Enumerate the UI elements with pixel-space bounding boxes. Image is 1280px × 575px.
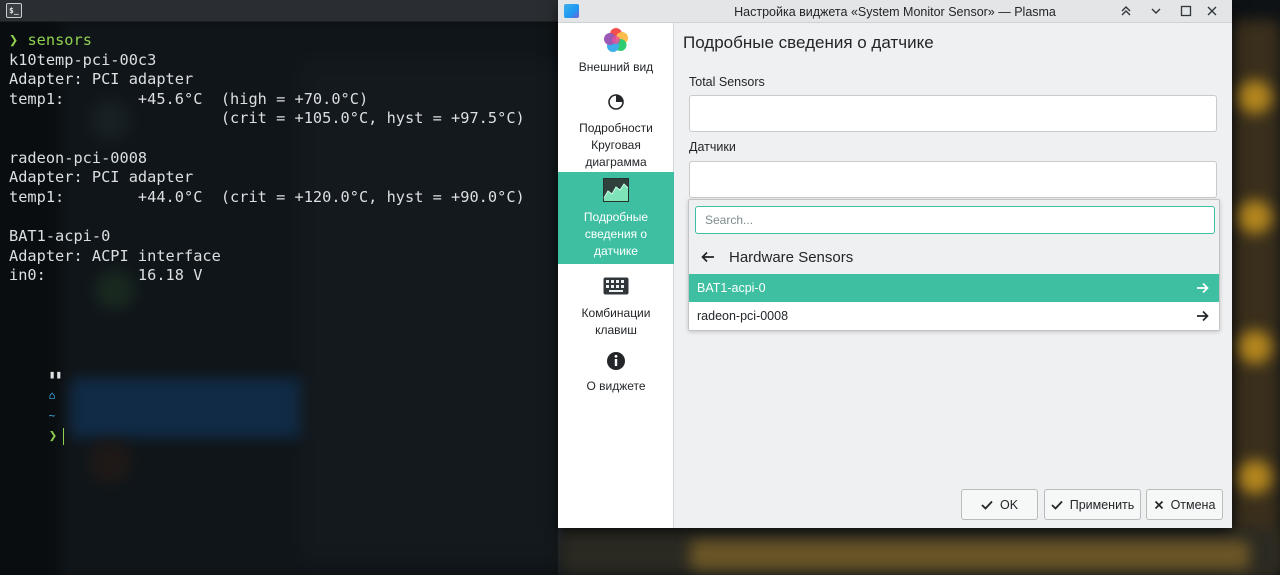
terminal-line: Adapter: ACPI interface	[9, 246, 221, 265]
list-item[interactable]: BAT1-acpi-0	[689, 274, 1219, 302]
terminal-line: Adapter: PCI adapter	[9, 70, 194, 89]
keep-above-button[interactable]	[1116, 2, 1136, 20]
sidebar-item-label: Подробности Круговая диаграмма	[579, 120, 653, 171]
apply-button[interactable]: Применить	[1044, 489, 1141, 520]
sensors-field[interactable]	[689, 161, 1217, 198]
sidebar-item-label: Внешний вид	[579, 59, 653, 76]
sidebar-item-shortcuts[interactable]: Комбинации клавиш	[558, 269, 674, 339]
sidebar-item-label-line: Круговая	[591, 138, 641, 152]
sidebar-item-label-line: диаграмма	[585, 155, 647, 169]
sidebar-item-label: Подробные сведения о датчике	[584, 209, 648, 260]
sidebar-item-label-line: Подробности	[579, 121, 653, 135]
sidebar-item-about[interactable]: О виджете	[558, 345, 674, 395]
search-input[interactable]	[695, 206, 1215, 234]
list-item-label: radeon-pci-0008	[697, 309, 789, 323]
terminal-output[interactable]: ❯ sensors k10temp-pci-00c3 Adapter: PCI a…	[0, 22, 558, 575]
palette-icon	[603, 27, 629, 53]
close-icon	[1207, 6, 1217, 16]
terminal-line: in0: 16.18 V	[9, 266, 203, 285]
sidebar-item-pie-details[interactable]: Подробности Круговая диаграмма	[558, 85, 674, 171]
prompt-dir: ~	[48, 409, 56, 423]
prompt-segment-icon: ▮▮	[48, 368, 62, 382]
maximize-button[interactable]	[1176, 2, 1196, 20]
sidebar-item-label: Комбинации клавиш	[582, 305, 651, 339]
sensor-graph-icon	[603, 177, 629, 203]
list-item-label: BAT1-acpi-0	[697, 281, 766, 295]
minimize-button[interactable]	[1146, 2, 1166, 20]
restore-icon[interactable]	[1226, 2, 1232, 20]
config-sidebar: Внешний вид Подробности Круговая диаграмма…	[558, 23, 674, 528]
chevron-down-icon	[1151, 8, 1161, 14]
prompt-chevron-icon: ❯	[9, 31, 19, 49]
terminal-lines: k10temp-pci-00c3 Adapter: PCI adapter temp…	[9, 51, 558, 286]
dialog-titlebar[interactable]: Настройка виджета «System Monitor Sensor…	[558, 0, 1232, 23]
terminal-prompt-line[interactable]: ▮▮ ⌂ ~ ❯	[9, 325, 558, 445]
terminal-line: temp1: +45.6°C (high = +70.0°C)	[9, 89, 369, 108]
terminal-line: Adapter: PCI adapter	[9, 168, 194, 187]
terminal-command: sensors	[27, 31, 92, 49]
sidebar-item-label-line: датчике	[594, 244, 638, 258]
prompt-chevron-icon: ❯	[48, 427, 58, 444]
breadcrumb-back[interactable]: Hardware Sensors	[689, 240, 1219, 274]
sidebar-item-label-line: Внешний вид	[578, 60, 654, 74]
checkmark-icon	[981, 500, 993, 510]
total-sensors-label: Total Sensors	[689, 75, 765, 89]
terminal-cursor	[63, 427, 65, 445]
page-title: Подробные сведения о датчике	[683, 33, 934, 52]
terminal-line: radeon-pci-0008	[9, 148, 148, 167]
cancel-button[interactable]: Отмена	[1146, 489, 1223, 520]
terminal-line: BAT1-acpi-0	[9, 226, 111, 245]
sidebar-item-label-line: сведения о	[584, 227, 648, 241]
widget-config-dialog: Настройка виджета «System Monitor Sensor…	[558, 0, 1232, 528]
sensor-picker-popup: Hardware Sensors BAT1-acpi-0 radeon-pci-…	[688, 199, 1220, 331]
sidebar-item-label-line: О виджете	[586, 379, 646, 393]
terminal-titlebar[interactable]: $_	[0, 0, 558, 22]
sidebar-item-label-line: Подробные	[583, 210, 649, 224]
arrow-left-icon	[701, 251, 714, 263]
square-icon	[1180, 5, 1192, 17]
info-icon	[603, 349, 629, 372]
apply-button-label: Применить	[1069, 497, 1135, 512]
list-item[interactable]: radeon-pci-0008	[689, 302, 1219, 330]
sidebar-item-label: О виджете	[586, 378, 645, 395]
prompt-home-icon: ⌂	[48, 388, 56, 402]
ok-button-label: OK	[999, 497, 1019, 512]
sensors-label: Датчики	[689, 140, 736, 154]
sidebar-item-sensor-details[interactable]: Подробные сведения о датчике	[558, 172, 674, 264]
arrow-right-icon	[1197, 310, 1209, 322]
arrow-right-icon	[1197, 282, 1209, 294]
total-sensors-field[interactable]	[689, 95, 1217, 132]
close-icon	[1154, 500, 1164, 510]
sidebar-item-appearance[interactable]: Внешний вид	[558, 23, 674, 83]
breadcrumb: Hardware Sensors	[729, 248, 854, 266]
sidebar-item-label-line: клавиш	[595, 323, 637, 337]
terminal-icon: $_	[6, 3, 22, 18]
terminal-command-line: ❯ sensors	[9, 31, 558, 51]
keyboard-icon	[603, 273, 629, 299]
pie-chart-icon	[603, 89, 629, 114]
terminal-line: temp1: +44.0°C (crit = +120.0°C, hyst = …	[9, 187, 525, 206]
ok-button[interactable]: OK	[961, 489, 1038, 520]
double-chevron-up-icon	[1121, 6, 1131, 16]
terminal-line: (crit = +105.0°C, hyst = +97.5°C)	[9, 109, 525, 128]
config-content: Подробные сведения о датчике Total Senso…	[675, 23, 1232, 528]
terminal-line: k10temp-pci-00c3	[9, 50, 157, 69]
sidebar-item-label-line: Комбинации	[581, 306, 651, 320]
cancel-button-label: Отмена	[1170, 497, 1216, 512]
checkmark-icon	[1051, 500, 1063, 510]
close-button[interactable]	[1202, 2, 1222, 20]
